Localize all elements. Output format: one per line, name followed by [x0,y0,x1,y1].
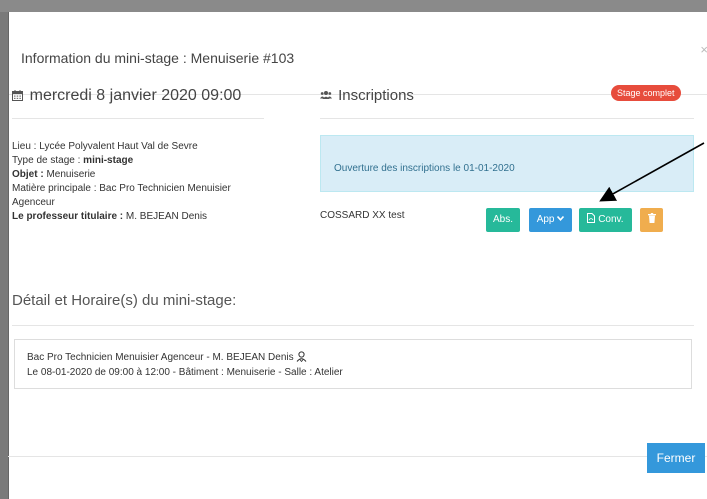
inscriptions-label: Inscriptions [338,87,414,104]
appreciation-button[interactable]: App [529,208,572,232]
chevron-down-icon [557,214,565,225]
modal-backdrop [0,0,707,12]
prof-value: M. BEJEAN Denis [125,211,208,222]
matiere-label: Matière principale : [12,183,100,194]
lieu-value: Lycée Polyvalent Haut Val de Sevre [39,141,198,152]
modal-header: Information du mini-stage : Menuiserie #… [9,12,707,95]
close-button[interactable]: Fermer [647,443,705,473]
teacher-icon [296,351,307,363]
objet-label: Objet : [12,169,47,180]
matiere-row: Matière principale : Bac Pro Technicien … [12,182,272,210]
calendar-icon [12,88,27,103]
detail-heading: Détail et Horaire(s) du mini-stage: [12,292,237,309]
prof-row: Le professeur titulaire : M. BEJEAN Deni… [12,210,272,224]
schedule-line-1: Bac Pro Technicien Menuisier Agenceur - … [27,350,679,365]
footer-divider [8,456,707,457]
type-value: mini-stage [83,155,134,166]
lieu-label: Lieu : [12,141,40,152]
schedule-course: Bac Pro Technicien Menuisier Agenceur - … [27,352,294,363]
mini-stage-modal: Information du mini-stage : Menuiserie #… [8,12,707,499]
users-icon [320,91,335,103]
conv-label: Conv. [598,214,624,225]
stage-info: Lieu : Lycée Polyvalent Haut Val de Sevr… [12,140,272,224]
type-label: Type de stage : [12,155,84,166]
left-divider [12,118,264,119]
lieu-row: Lieu : Lycée Polyvalent Haut Val de Sevr… [12,140,272,154]
date-heading: mercredi 8 janvier 2020 09:00 [12,87,241,105]
modal-title: Information du mini-stage : Menuiserie #… [21,50,295,66]
schedule-box: Bac Pro Technicien Menuisier Agenceur - … [14,339,692,389]
type-row: Type de stage : mini-stage [12,154,272,168]
detail-divider [12,325,694,326]
trash-icon [647,213,656,225]
file-pdf-icon [587,213,598,225]
app-label: App [536,214,555,225]
student-name: COSSARD XX test [320,210,405,221]
convention-button[interactable]: Conv. [579,208,632,232]
delete-button[interactable] [640,208,663,232]
inscription-alert: Ouverture des inscriptions le 01-01-2020 [320,135,694,192]
right-divider [320,118,694,119]
inscriptions-heading: Inscriptions [320,87,414,104]
objet-value: Menuiserie [46,169,96,180]
schedule-line-2: Le 08-01-2020 de 09:00 à 12:00 - Bâtimen… [27,367,343,378]
close-icon[interactable]: × [700,42,707,57]
prof-label: Le professeur titulaire : [12,211,126,222]
objet-row: Objet : Menuiserie [12,168,272,182]
status-badge: Stage complet [611,85,681,101]
date-text: mercredi 8 janvier 2020 09:00 [29,87,242,104]
absence-button[interactable]: Abs. [486,208,520,232]
